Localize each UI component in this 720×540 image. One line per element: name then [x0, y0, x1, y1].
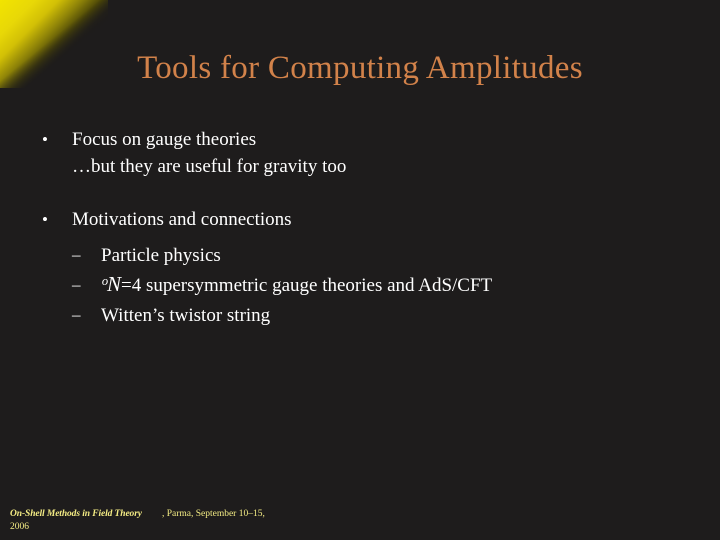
slide-body: • Focus on gauge theories …but they are …: [36, 126, 690, 356]
sub-bullet-text: =4 supersymmetric gauge theories and AdS…: [121, 275, 493, 296]
slide-footer: On-Shell Methods in Field Theory , Parma,…: [10, 508, 710, 534]
bullet-block-1: • Focus on gauge theories …but they are …: [36, 126, 690, 180]
sub-bullet-label: ᵒΝ=4 supersymmetric gauge theories and A…: [101, 270, 690, 300]
bullet-subline: …but they are useful for gravity too: [72, 156, 347, 177]
page-title: Tools for Computing Amplitudes: [137, 50, 583, 86]
bullet-marker-icon: •: [42, 210, 48, 229]
footer-line: On-Shell Methods in Field Theory , Parma,…: [10, 508, 710, 521]
dash-marker-icon: –: [72, 275, 81, 294]
bullet-label: Focus on gauge theories: [72, 129, 257, 150]
script-n-math-symbol: ᵒΝ: [101, 272, 122, 296]
sub-bullet-text: Witten’s twistor string: [101, 305, 271, 326]
bullet-marker-icon: •: [42, 130, 48, 149]
sub-bullet-item: – Witten’s twistor string: [72, 300, 690, 330]
footer-year: 2006: [10, 522, 29, 532]
bullet-item: • Motivations and connections: [36, 206, 690, 233]
presentation-slide: Tools for Computing Amplitudes • Focus o…: [0, 0, 720, 540]
footer-venue-title: On-Shell Methods in Field Theory: [10, 509, 142, 519]
bullet-label: Motivations and connections: [72, 209, 292, 230]
dash-marker-icon: –: [72, 305, 81, 324]
sub-bullet-label: Particle physics: [101, 240, 690, 270]
sub-bullet-item: – Particle physics: [72, 240, 690, 270]
sub-bullet-label: Witten’s twistor string: [101, 300, 690, 330]
bullet-block-2: • Motivations and connections – Particle…: [36, 206, 690, 330]
sub-bullet-item: – ᵒΝ=4 supersymmetric gauge theories and…: [72, 270, 690, 300]
bullet-item: • Focus on gauge theories: [36, 126, 690, 153]
dash-marker-icon: –: [72, 245, 81, 264]
sub-bullet-list: – Particle physics – ᵒΝ=4 supersymmetric…: [72, 240, 690, 330]
footer-venue-details: , Parma, September 10–15,: [161, 509, 265, 519]
sub-bullet-text: Particle physics: [101, 245, 221, 266]
